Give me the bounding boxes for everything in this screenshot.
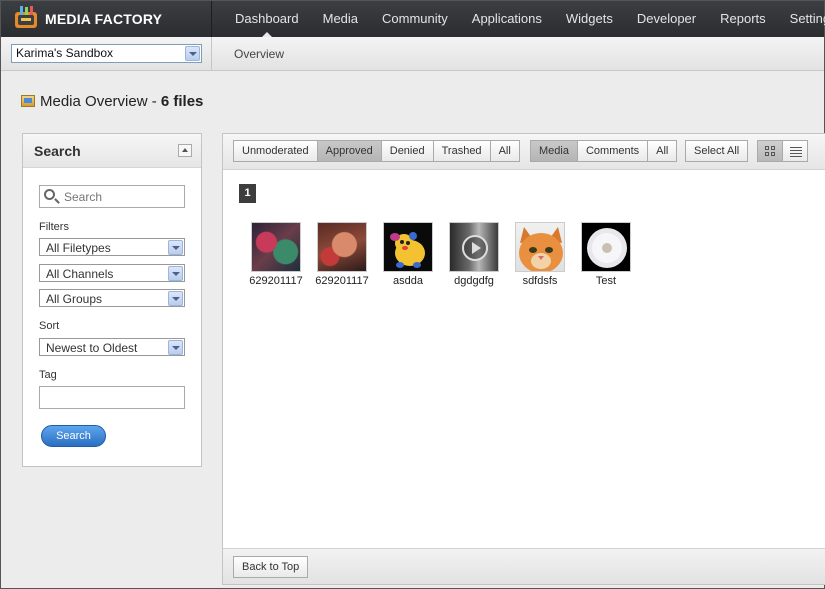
search-input[interactable] — [62, 188, 180, 205]
groups-select-value: All Groups — [46, 292, 103, 306]
media-toolbar: Unmoderated Approved Denied Trashed All … — [223, 134, 825, 170]
media-panel: Unmoderated Approved Denied Trashed All … — [222, 133, 825, 585]
media-item-caption: Test — [595, 275, 617, 287]
filter-media-button[interactable]: Media — [530, 140, 578, 162]
nav-applications[interactable]: Applications — [460, 1, 554, 37]
groups-select[interactable]: All Groups — [39, 289, 185, 307]
search-panel: Search Filters All Filetypes All Channel… — [22, 133, 202, 467]
subnav-overview[interactable]: Overview — [234, 47, 284, 61]
media-item[interactable]: asdda — [375, 222, 441, 287]
sandbox-select[interactable]: Karima's Sandbox — [11, 44, 202, 63]
photo-thumbnail[interactable] — [251, 222, 301, 272]
play-icon[interactable] — [462, 235, 488, 261]
brand-name: MEDIA FACTORY — [45, 11, 163, 27]
select-all-group: Select All — [685, 140, 749, 162]
nav-dashboard[interactable]: Dashboard — [223, 1, 311, 37]
filter-denied-button[interactable]: Denied — [380, 140, 434, 162]
media-panel-footer: Back to Top — [223, 548, 825, 584]
sort-select[interactable]: Newest to Oldest — [39, 338, 185, 356]
sandbox-select-value: Karima's Sandbox — [16, 46, 114, 60]
search-panel-header: Search — [23, 134, 201, 168]
grid-view-button[interactable] — [757, 140, 783, 162]
chevron-down-icon[interactable] — [168, 240, 183, 255]
video-thumbnail[interactable] — [449, 222, 499, 272]
chevron-down-icon[interactable] — [168, 266, 183, 281]
dandelion-thumbnail[interactable] — [581, 222, 631, 272]
sort-label: Sort — [39, 320, 60, 332]
page-number[interactable]: 1 — [239, 184, 256, 203]
chevron-down-icon[interactable] — [168, 291, 183, 306]
nav-settings[interactable]: Settings — [778, 1, 825, 37]
media-factory-logo-icon — [15, 6, 37, 28]
list-view-icon — [790, 147, 802, 157]
media-item[interactable]: Test — [573, 222, 639, 287]
file-count: 6 files — [160, 93, 204, 110]
media-item[interactable]: dgdgdfg — [441, 222, 507, 287]
sandbox-cell: Karima's Sandbox — [1, 37, 212, 71]
nav-community[interactable]: Community — [370, 1, 460, 37]
page-title-text: Media Overview - — [40, 93, 161, 110]
nav-media[interactable]: Media — [311, 1, 370, 37]
media-item[interactable]: 629201117 — [309, 222, 375, 287]
tag-input[interactable] — [39, 386, 185, 409]
select-all-button[interactable]: Select All — [685, 140, 749, 162]
filters-label: Filters — [39, 221, 69, 233]
filter-all-status-button[interactable]: All — [489, 140, 520, 162]
channels-select-value: All Channels — [46, 267, 114, 281]
grid-view-icon — [765, 146, 775, 156]
media-item[interactable]: 629201117 — [243, 222, 309, 287]
filetypes-select-value: All Filetypes — [46, 241, 111, 255]
list-view-button[interactable] — [782, 140, 808, 162]
collapse-icon[interactable] — [178, 144, 192, 157]
kitten-thumbnail[interactable] — [515, 222, 565, 272]
filter-approved-button[interactable]: Approved — [316, 140, 382, 162]
dandelion-icon — [587, 228, 627, 268]
cartoon-thumbnail[interactable] — [383, 222, 433, 272]
media-item-caption: dgdgdfg — [454, 275, 494, 287]
nav-reports[interactable]: Reports — [708, 1, 778, 37]
top-nav-bar: MEDIA FACTORY Dashboard Media Community … — [1, 1, 825, 37]
media-item-caption: 629201117 — [249, 275, 303, 287]
media-item[interactable]: sdfdsfs — [507, 222, 573, 287]
media-item-caption: 629201117 — [315, 275, 369, 287]
filter-unmoderated-button[interactable]: Unmoderated — [233, 140, 318, 162]
search-icon — [44, 189, 55, 200]
chevron-down-icon[interactable] — [185, 46, 200, 61]
logo[interactable]: MEDIA FACTORY — [1, 1, 212, 37]
filter-all-type-button[interactable]: All — [647, 140, 678, 162]
type-filter-group: Media Comments All — [530, 140, 678, 162]
search-field[interactable] — [39, 185, 185, 208]
status-filter-group: Unmoderated Approved Denied Trashed All — [233, 140, 520, 162]
sub-nav-bar: Karima's Sandbox Overview — [1, 37, 824, 71]
kitten-icon — [519, 227, 563, 271]
sort-select-value: Newest to Oldest — [46, 341, 138, 355]
filetypes-select[interactable]: All Filetypes — [39, 238, 185, 256]
main-nav: Dashboard Media Community Applications W… — [223, 1, 825, 37]
search-panel-title: Search — [34, 143, 81, 159]
tag-label: Tag — [39, 369, 57, 381]
filter-trashed-button[interactable]: Trashed — [432, 140, 491, 162]
back-to-top-button[interactable]: Back to Top — [233, 556, 309, 578]
filter-comments-button[interactable]: Comments — [576, 140, 649, 162]
search-button[interactable]: Search — [41, 425, 106, 447]
nav-widgets[interactable]: Widgets — [554, 1, 625, 37]
page-title: Media Overview - 6 files — [21, 93, 203, 110]
media-item-caption: asdda — [393, 275, 423, 287]
nav-developer[interactable]: Developer — [625, 1, 708, 37]
media-item-caption: sdfdsfs — [522, 275, 558, 287]
cartoon-dog-icon — [390, 232, 425, 268]
photo-thumbnail[interactable] — [317, 222, 367, 272]
chevron-down-icon[interactable] — [168, 340, 183, 355]
media-grid: 629201117 629201117 asdda dgdgdfg sdfdsf… — [243, 222, 639, 287]
channels-select[interactable]: All Channels — [39, 264, 185, 282]
media-files-icon — [21, 95, 35, 107]
